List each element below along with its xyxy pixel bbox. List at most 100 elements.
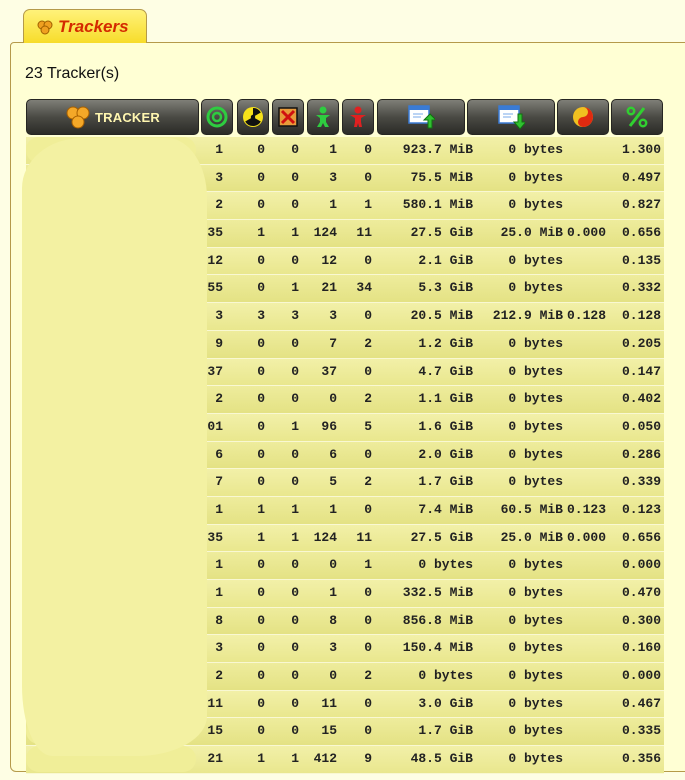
- cell-down: 0 bytes: [508, 474, 563, 490]
- table-row[interactable]: 135 1 1 124 11 27.5 GiB 25.0 MiB 0.000 0.656: [26, 524, 664, 553]
- table-row[interactable]: 21 1 1 412 9 48.5 GiB 0 bytes 0.356: [26, 746, 664, 774]
- cell-down: 0 bytes: [508, 612, 563, 628]
- table-row[interactable]: 101 0 1 96 5 1.6 GiB 0 bytes 0.050: [26, 413, 664, 442]
- red-x-box-icon: [278, 107, 298, 127]
- cell-c2: 0: [257, 142, 265, 157]
- cell-c4: 3: [329, 308, 337, 324]
- table-row[interactable]: 7 0 0 5 2 1.7 GiB 0 bytes 0.339: [26, 469, 664, 497]
- cell-up: 0 bytes: [418, 557, 473, 573]
- cell-ratio: 0.339: [621, 474, 661, 490]
- table-row[interactable]: 3 0 0 3 0 150.4 MiB 0 bytes 0.160: [26, 635, 664, 664]
- cell-c1: 7: [215, 474, 223, 490]
- table-row[interactable]: 2 0 0 0 2 1.1 GiB 0 bytes 0.402: [26, 386, 664, 414]
- tracker-name-redacted: [26, 746, 196, 773]
- table-row[interactable]: 1 0 0 1 0 923.7 MiB 0 bytes 1.300: [26, 137, 664, 165]
- green-person-icon: [316, 106, 330, 127]
- cell-c1: 8: [215, 612, 223, 628]
- cell-up: 27.5 GiB: [410, 225, 473, 241]
- table-row[interactable]: 2 0 0 1 1 580.1 MiB 0 bytes 0.827: [26, 192, 664, 221]
- cell-down: 0 bytes: [508, 640, 563, 656]
- cell-c4: 1: [329, 585, 337, 600]
- cell-c2: 0: [257, 612, 265, 628]
- column-header-leeching[interactable]: [342, 99, 374, 135]
- tracker-name-redacted: [26, 247, 196, 274]
- column-header-swirl[interactable]: [201, 99, 233, 135]
- cell-c1: 3: [215, 640, 223, 656]
- red-person-icon: [350, 106, 366, 127]
- tab-trackers[interactable]: Trackers: [23, 9, 147, 43]
- tracker-name-redacted: [26, 441, 196, 468]
- cell-c2: 0: [257, 668, 265, 684]
- table-row[interactable]: 37 0 0 37 0 4.7 GiB 0 bytes 0.147: [26, 358, 664, 387]
- cell-c5: 1: [364, 557, 372, 573]
- table-row[interactable]: 55 0 1 21 34 5.3 GiB 0 bytes 0.332: [26, 275, 664, 304]
- cell-down: 0 bytes: [508, 585, 563, 600]
- cell-c5: 11: [356, 225, 372, 241]
- cell-c3: 0: [291, 723, 299, 739]
- table-row[interactable]: 15 0 0 15 0 1.7 GiB 0 bytes 0.335: [26, 718, 664, 747]
- cell-down: 0 bytes: [508, 668, 563, 684]
- table-row[interactable]: 12 0 0 12 0 2.1 GiB 0 bytes 0.135: [26, 247, 664, 276]
- column-header-error[interactable]: [272, 99, 304, 135]
- table-row[interactable]: 6 0 0 6 0 2.0 GiB 0 bytes 0.286: [26, 441, 664, 470]
- cell-c5: 0: [364, 308, 372, 324]
- tracker-name-redacted: [26, 275, 196, 302]
- cell-up: 5.3 GiB: [418, 280, 473, 296]
- table-row[interactable]: 1 0 0 0 1 0 bytes 0 bytes 0.000: [26, 552, 664, 580]
- column-header-seeding[interactable]: [307, 99, 339, 135]
- cell-c2: 1: [257, 501, 265, 517]
- table-row[interactable]: 1 1 1 1 0 7.4 MiB 60.5 MiB 0.123 0.123: [26, 496, 664, 525]
- table-row[interactable]: 9 0 0 7 2 1.2 GiB 0 bytes 0.205: [26, 330, 664, 359]
- cell-down: 0 bytes: [508, 723, 563, 739]
- yin-yang-icon: [573, 107, 593, 127]
- cell-up: 4.7 GiB: [418, 363, 473, 379]
- table-row[interactable]: 1 0 0 1 0 332.5 MiB 0 bytes 0.470: [26, 580, 664, 608]
- cell-c1: 1: [215, 557, 223, 573]
- cell-c2: 0: [257, 391, 265, 407]
- cell-c5: 0: [364, 612, 372, 628]
- table-row[interactable]: 3 3 3 3 0 20.5 MiB 212.9 MiB 0.128 0.128: [26, 303, 664, 331]
- cell-c3: 0: [291, 142, 299, 157]
- cell-c1: 55: [207, 280, 223, 296]
- cell-c3: 0: [291, 446, 299, 462]
- cell-up: 2.0 GiB: [418, 446, 473, 462]
- cell-up: 332.5 MiB: [402, 585, 473, 600]
- cell-c2: 0: [257, 252, 265, 268]
- cell-up: 2.1 GiB: [418, 252, 473, 268]
- cell-ratio: 0.160: [621, 640, 661, 656]
- cell-ratio: 0.470: [621, 585, 661, 600]
- tab-label: Trackers: [58, 16, 129, 36]
- tracker-name-redacted: [26, 358, 196, 385]
- table-row[interactable]: 11 0 0 11 0 3.0 GiB 0 bytes 0.467: [26, 690, 664, 719]
- cell-up: 75.5 MiB: [410, 169, 473, 185]
- column-header-yinyang[interactable]: [557, 99, 609, 135]
- cell-c2: 0: [257, 280, 265, 296]
- cell-down: 0 bytes: [508, 252, 563, 268]
- cell-c3: 1: [291, 751, 299, 767]
- download-window-icon: [498, 105, 525, 130]
- column-header-radiation[interactable]: [237, 99, 269, 135]
- cell-c4: 96: [321, 418, 337, 434]
- cell-ratio: 0.335: [621, 723, 661, 739]
- cell-c2: 0: [257, 585, 265, 600]
- cell-c4: 3: [329, 640, 337, 656]
- cell-c1: 3: [215, 169, 223, 185]
- cell-ratio: 0.050: [621, 418, 661, 434]
- table-row[interactable]: 135 1 1 124 11 27.5 GiB 25.0 MiB 0.000 0.656: [26, 220, 664, 248]
- cell-c3: 0: [291, 169, 299, 185]
- column-header-tracker[interactable]: TRACKER: [26, 99, 199, 135]
- cell-ratio: 0.827: [621, 197, 661, 213]
- cell-c5: 0: [364, 446, 372, 462]
- table-row[interactable]: 2 0 0 0 2 0 bytes 0 bytes 0.000: [26, 663, 664, 691]
- column-header-downloaded[interactable]: [467, 99, 555, 135]
- cell-c2: 0: [257, 723, 265, 739]
- table-row[interactable]: 3 0 0 3 0 75.5 MiB 0 bytes 0.497: [26, 164, 664, 193]
- table-row[interactable]: 8 0 0 8 0 856.8 MiB 0 bytes 0.300: [26, 607, 664, 636]
- cell-c5: 34: [356, 280, 372, 296]
- column-header-ratio[interactable]: [611, 99, 663, 135]
- column-header-uploaded[interactable]: [377, 99, 465, 135]
- cell-c2: 0: [257, 335, 265, 351]
- tracker-name-redacted: [26, 524, 196, 551]
- tracker-name-redacted: [26, 413, 196, 440]
- cell-c2: 0: [257, 474, 265, 490]
